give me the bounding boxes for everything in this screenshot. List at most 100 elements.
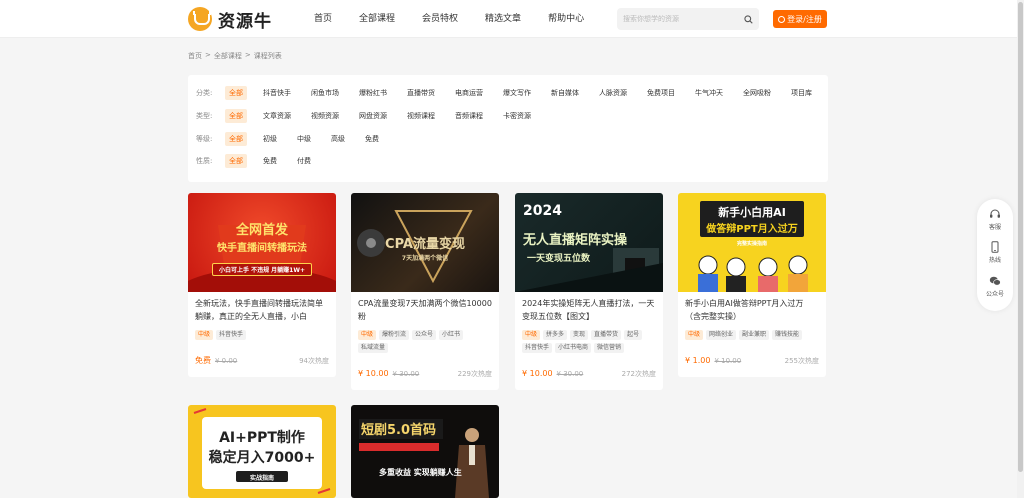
- login-label: 登录/注册: [787, 14, 822, 24]
- filter-option[interactable]: 闲鱼市场: [307, 86, 343, 100]
- level-tag: 中级: [522, 330, 541, 340]
- category-tag[interactable]: 小红书电商: [555, 343, 592, 353]
- cover-subheadline: 多重收益 实现躺赚人生: [379, 468, 462, 477]
- filter-option[interactable]: 全部: [225, 154, 247, 168]
- course-title[interactable]: 2024年实操矩阵无人直播打法，一天变现五位数【图文】: [522, 297, 656, 323]
- cover-subheadline: 稳定月入7000+: [208, 450, 316, 466]
- category-tag[interactable]: 抖音快手: [216, 330, 247, 340]
- course-card[interactable]: 新手小白用AI 做答辩PPT月入过万 完整实操指南 新手小白用AI做答辩PPT月…: [678, 193, 826, 377]
- course-cover[interactable]: 短剧5.0首码 多重收益 实现躺赚人生: [351, 405, 499, 498]
- filter-option[interactable]: 视频课程: [403, 109, 439, 123]
- cover-headline: 全网首发: [235, 223, 288, 238]
- filter-option[interactable]: 免费: [361, 132, 383, 146]
- level-tag: 中级: [195, 330, 214, 340]
- category-tag[interactable]: 微信营销: [594, 343, 625, 353]
- page-scrollbar[interactable]: [1017, 0, 1024, 498]
- filter-option[interactable]: 付费: [293, 154, 315, 168]
- nav-vip[interactable]: 会员特权: [422, 0, 458, 38]
- category-tag[interactable]: 抖音快手: [522, 343, 553, 353]
- site-logo[interactable]: 资源牛: [188, 7, 272, 32]
- filter-option[interactable]: 抖音快手: [259, 86, 295, 100]
- category-tag[interactable]: 公众号: [412, 330, 437, 340]
- filter-option[interactable]: 全部: [225, 109, 247, 123]
- course-cover[interactable]: AI+PPT制作 稳定月入7000+ 实战指南: [188, 405, 336, 498]
- nav-help[interactable]: 帮助中心: [548, 0, 584, 38]
- nav-home[interactable]: 首页: [314, 0, 332, 38]
- filter-option[interactable]: 免费: [259, 154, 281, 168]
- filter-option[interactable]: 人脉资源: [595, 86, 631, 100]
- course-tags: 中级 拼多多 变现 直播带货 起号 抖音快手 小红书电商 微信营销: [522, 330, 656, 356]
- filter-option[interactable]: 高级: [327, 132, 349, 146]
- filter-option[interactable]: 免费项目: [643, 86, 679, 100]
- search-box: [617, 8, 759, 30]
- cover-caption: 完整实操指南: [736, 241, 767, 247]
- float-label: 客服: [988, 224, 1001, 231]
- wechat-icon: [989, 276, 1001, 286]
- search-input[interactable]: [617, 8, 735, 30]
- filter-option[interactable]: 视频资源: [307, 109, 343, 123]
- filter-option[interactable]: 全部: [225, 132, 247, 146]
- category-tag[interactable]: 赚钱技能: [772, 330, 803, 340]
- course-card[interactable]: 全网首发 快手直播间转播玩法 小白可上手 不违规 月躺赚1W+ 全新玩法，快手直…: [188, 193, 336, 377]
- category-tag[interactable]: 爆粉引流: [379, 330, 410, 340]
- scrollbar-thumb[interactable]: [1018, 2, 1023, 472]
- course-card[interactable]: 2024 无人直播矩阵实操 一天变现五位数 2024年实操矩阵无人直播打法，一天…: [515, 193, 663, 390]
- category-tag[interactable]: 直播带货: [591, 330, 622, 340]
- course-title[interactable]: 新手小白用AI做答辩PPT月入过万（含完整实操）: [685, 297, 819, 323]
- filter-option[interactable]: 爆粉红书: [355, 86, 391, 100]
- category-tag[interactable]: 私域流量: [358, 343, 389, 353]
- filter-option[interactable]: 新自媒体: [547, 86, 583, 100]
- filter-option[interactable]: 电商运营: [451, 86, 487, 100]
- breadcrumb: 首页 > 全部课程 > 课程列表: [188, 51, 285, 61]
- course-card[interactable]: CPA流量变现 7天加满两个微信 CPA流量变现7天加满两个微信10000粉 中…: [351, 193, 499, 390]
- search-button[interactable]: [737, 8, 759, 30]
- main-nav: 首页 全部课程 会员特权 精选文章 帮助中心: [314, 0, 611, 38]
- filter-option[interactable]: 全部: [225, 86, 247, 100]
- breadcrumb-all-courses[interactable]: 全部课程: [214, 51, 242, 61]
- course-card[interactable]: AI+PPT制作 稳定月入7000+ 实战指南: [188, 405, 336, 498]
- float-label: 公众号: [985, 291, 1004, 298]
- course-title[interactable]: CPA流量变现7天加满两个微信10000粉: [358, 297, 492, 323]
- cover-subheadline: 7天加满两个微信: [401, 255, 449, 262]
- category-tag[interactable]: 起号: [624, 330, 643, 340]
- wechat-official-button[interactable]: 公众号: [977, 275, 1013, 298]
- price-row: ¥ 10.00 ¥ 30.00 229次热度: [358, 369, 492, 379]
- breadcrumb-home[interactable]: 首页: [188, 51, 202, 61]
- filter-option[interactable]: 网盘资源: [355, 109, 391, 123]
- headset-icon: [990, 209, 1000, 218]
- course-title[interactable]: 全新玩法，快手直播间转播玩法简单躺赚，真正的全无人直播，小白: [195, 297, 329, 323]
- filter-label: 等级:: [196, 135, 213, 143]
- filter-option[interactable]: 直播带货: [403, 86, 439, 100]
- category-tag[interactable]: 小红书: [439, 330, 464, 340]
- login-register-button[interactable]: 登录/注册: [773, 10, 827, 28]
- customer-service-button[interactable]: 客服: [977, 208, 1013, 231]
- hotline-button[interactable]: 热线: [977, 241, 1013, 264]
- cover-headline: CPA流量变现: [385, 237, 465, 252]
- category-tag[interactable]: 副业兼职: [739, 330, 770, 340]
- course-cover[interactable]: CPA流量变现 7天加满两个微信: [351, 193, 499, 292]
- course-cover[interactable]: 2024 无人直播矩阵实操 一天变现五位数: [515, 193, 663, 292]
- category-tag[interactable]: 拼多多: [543, 330, 568, 340]
- cover-headline: 新手小白用AI: [718, 206, 786, 219]
- filter-option[interactable]: 中级: [293, 132, 315, 146]
- float-label: 热线: [988, 257, 1001, 264]
- filter-option[interactable]: 卡密资源: [499, 109, 535, 123]
- filter-label: 分类:: [196, 89, 213, 97]
- phone-icon: [991, 241, 999, 253]
- filter-option[interactable]: 文章资源: [259, 109, 295, 123]
- filter-option[interactable]: 音频课程: [451, 109, 487, 123]
- filter-option[interactable]: 项目库: [787, 86, 816, 100]
- price: ¥ 10.00: [358, 369, 389, 378]
- filter-option[interactable]: 全网吸粉: [739, 86, 775, 100]
- course-cover[interactable]: 新手小白用AI 做答辩PPT月入过万 完整实操指南: [678, 193, 826, 292]
- category-tag[interactable]: 网络创业: [706, 330, 737, 340]
- filter-option[interactable]: 爆文写作: [499, 86, 535, 100]
- nav-all-courses[interactable]: 全部课程: [359, 0, 395, 38]
- course-cover[interactable]: 全网首发 快手直播间转播玩法 小白可上手 不违规 月躺赚1W+: [188, 193, 336, 292]
- filter-option[interactable]: 牛气冲天: [691, 86, 727, 100]
- filter-option[interactable]: 初级: [259, 132, 281, 146]
- nav-articles[interactable]: 精选文章: [485, 0, 521, 38]
- category-tag[interactable]: 变现: [570, 330, 589, 340]
- cover-headline: AI+PPT制作: [219, 430, 305, 446]
- course-card[interactable]: 短剧5.0首码 多重收益 实现躺赚人生: [351, 405, 499, 498]
